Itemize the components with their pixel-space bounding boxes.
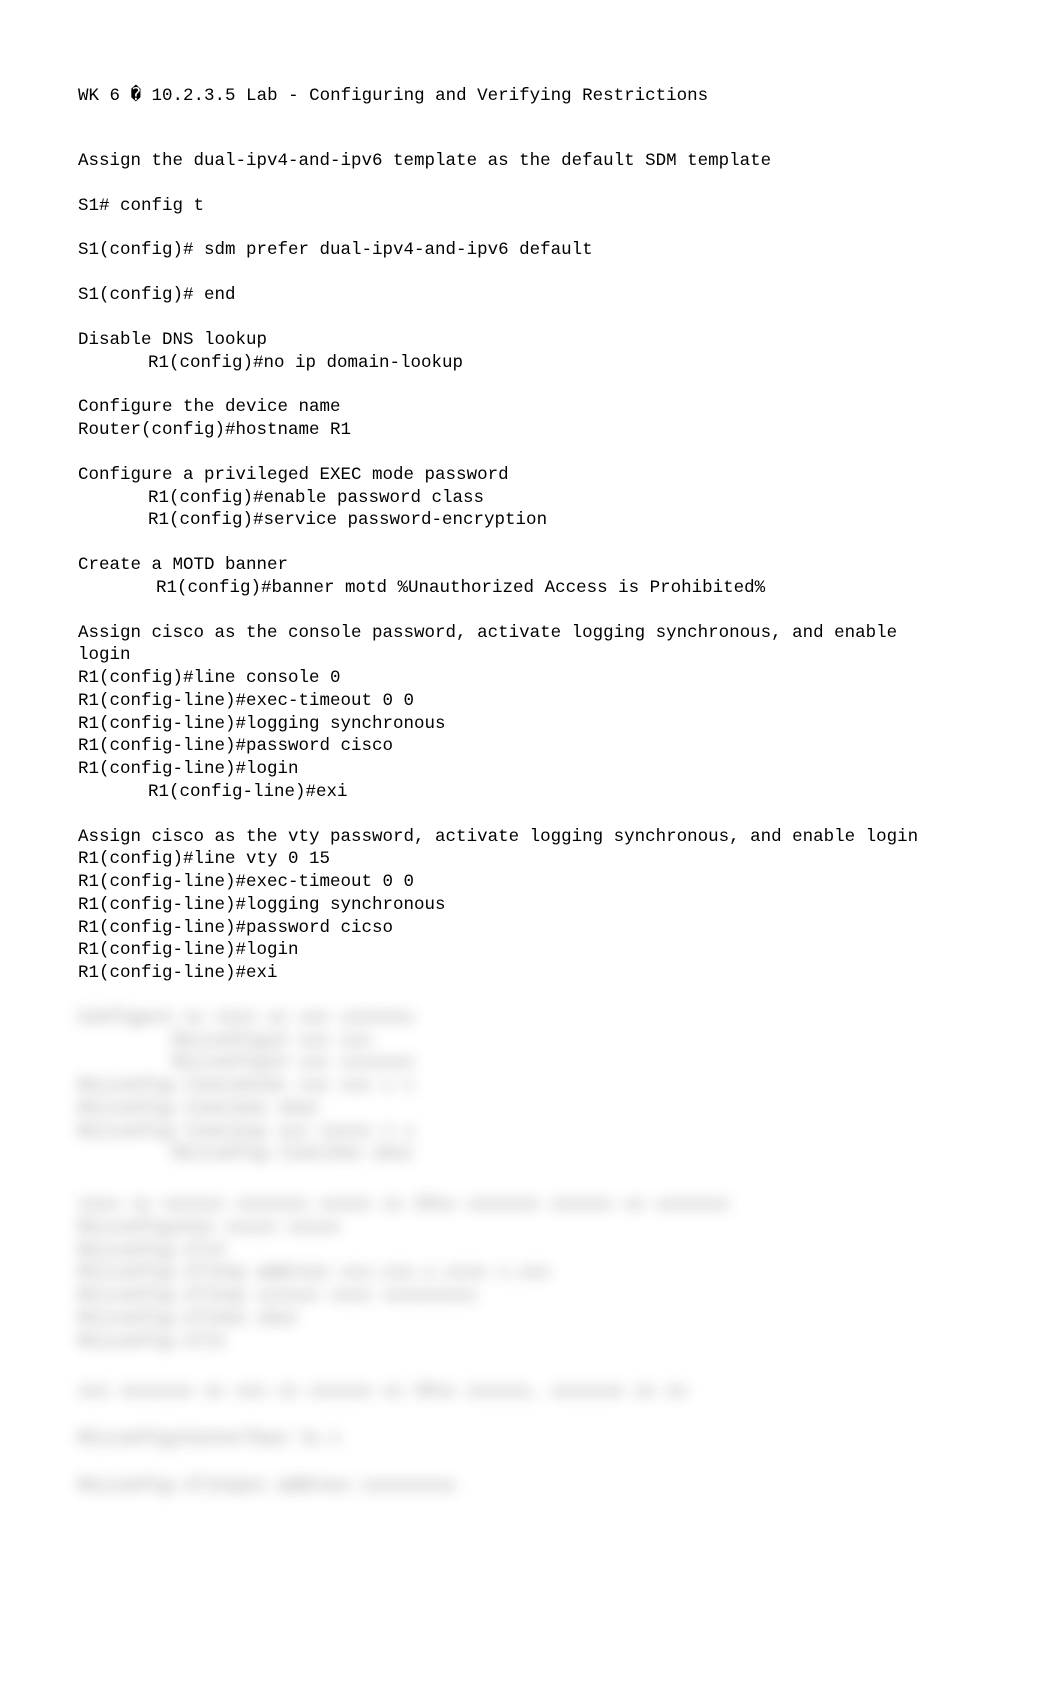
- code-line: R1(config-line)#exec-timeout 0 0: [78, 690, 984, 713]
- code-line: R1(config)#line console 0: [78, 667, 984, 690]
- blurred-line: Configure xx xxxx xx xxx xxxxxxx: [78, 1007, 984, 1030]
- section-dns-lookup: Disable DNS lookup R1(config)#no ip doma…: [78, 329, 984, 375]
- blurred-line: R1(config-if)#ipvx address xxxxxxxxx: [78, 1475, 984, 1498]
- section-heading: Create a MOTD banner: [78, 554, 984, 577]
- section-console-password: Assign cisco as the console password, ac…: [78, 622, 984, 804]
- section-vty-password: Assign cisco as the vty password, activa…: [78, 826, 984, 985]
- code-line: R1(config)#line vty 0 15: [78, 848, 984, 871]
- document-page: WK 6 � 10.2.3.5 Lab - Configuring and Ve…: [0, 0, 1062, 1498]
- code-line: S1(config)# end: [78, 284, 984, 307]
- code-line: R1(config-line)#exec-timeout 0 0: [78, 871, 984, 894]
- section-heading: Assign cisco as the console password, ac…: [78, 622, 984, 645]
- code-line: R1(config)#no ip domain-lookup: [78, 352, 984, 375]
- blurred-block: xxxx xx xxxxxx xxxxxxx xxxxx xx IPvx xxx…: [78, 1194, 984, 1353]
- section-heading-cont: login: [78, 644, 984, 667]
- blurred-line: xxxx xx xxxxxx xxxxxxx xxxxx xx IPvx xxx…: [78, 1194, 984, 1217]
- code-line: Router(config)#hostname R1: [78, 419, 984, 442]
- code-line: R1(config)#service password-encryption: [78, 509, 984, 532]
- blurred-line: R1(config-line)#no shut: [78, 1098, 984, 1121]
- code-line: R1(config)#enable password class: [78, 487, 984, 510]
- blurred-line: xxx xxxxxxx xx xxx xx xxxxxx xx IPvx xxx…: [78, 1381, 984, 1404]
- blurred-line: R1(config-if)#no shut: [78, 1308, 984, 1331]
- section-heading: Disable DNS lookup: [78, 329, 984, 352]
- blurred-block: Configure xx xxxx xx xxx xxxxxxx R1(conf…: [78, 1007, 984, 1166]
- section-exec-password: Configure a privileged EXEC mode passwor…: [78, 464, 984, 532]
- code-line: R1(config-line)#exi: [78, 781, 984, 804]
- code-line: R1(config-line)#login: [78, 758, 984, 781]
- code-line: R1(config-line)#password cisco: [78, 735, 984, 758]
- section-device-name: Configure the device name Router(config)…: [78, 396, 984, 442]
- section-sdm-template: Assign the dual-ipv4-and-ipv6 template a…: [78, 150, 984, 173]
- code-line: R1(config-line)#exi: [78, 962, 984, 985]
- blurred-line: R1(config)# xxx xxx: [78, 1030, 984, 1053]
- code-line: R1(config-line)#logging synchronous: [78, 713, 984, 736]
- section-heading: Assign the dual-ipv4-and-ipv6 template a…: [78, 150, 984, 173]
- blurred-line: R1(config-line)#ip xxx xxxxx x x: [78, 1121, 984, 1144]
- blurred-line: R1(config-line)#no shut: [78, 1143, 984, 1166]
- section-motd-banner: Create a MOTD banner R1(config)#banner m…: [78, 554, 984, 600]
- blurred-preview-area: Configure xx xxxx xx xxx xxxxxxx R1(conf…: [78, 1007, 984, 1498]
- blurred-line: R1(config-line)#exec xxx xxx x x: [78, 1075, 984, 1098]
- blurred-line: R1(config-if)#ip address xxx.xxx.x.xxxx …: [78, 1262, 984, 1285]
- section-heading: Configure a privileged EXEC mode passwor…: [78, 464, 984, 487]
- blurred-line: R1(config)# xxx xxxxxxx: [78, 1052, 984, 1075]
- blurred-line: R1(config-if)#ip xxxxxx xxxx xxxxxxxxx: [78, 1285, 984, 1308]
- code-line: R1(config-line)#logging synchronous: [78, 894, 984, 917]
- code-line: R1(config-line)#login: [78, 939, 984, 962]
- code-line: S1# config t: [78, 195, 984, 218]
- blurred-line: R1(config)#interface lo x: [78, 1428, 984, 1451]
- blurred-line: R1(config)#in xxxxx xxxxx: [78, 1217, 984, 1240]
- section-heading: Configure the device name: [78, 396, 984, 419]
- code-line: S1(config)# sdm prefer dual-ipv4-and-ipv…: [78, 239, 984, 262]
- code-line: R1(config-line)#password cicso: [78, 917, 984, 940]
- document-title: WK 6 � 10.2.3.5 Lab - Configuring and Ve…: [78, 85, 984, 108]
- blurred-line: R1(config-if)#: [78, 1331, 984, 1354]
- code-line: R1(config)#banner motd %Unauthorized Acc…: [78, 577, 984, 600]
- blurred-line: R1(config-if)#: [78, 1240, 984, 1263]
- section-heading: Assign cisco as the vty password, activa…: [78, 826, 984, 849]
